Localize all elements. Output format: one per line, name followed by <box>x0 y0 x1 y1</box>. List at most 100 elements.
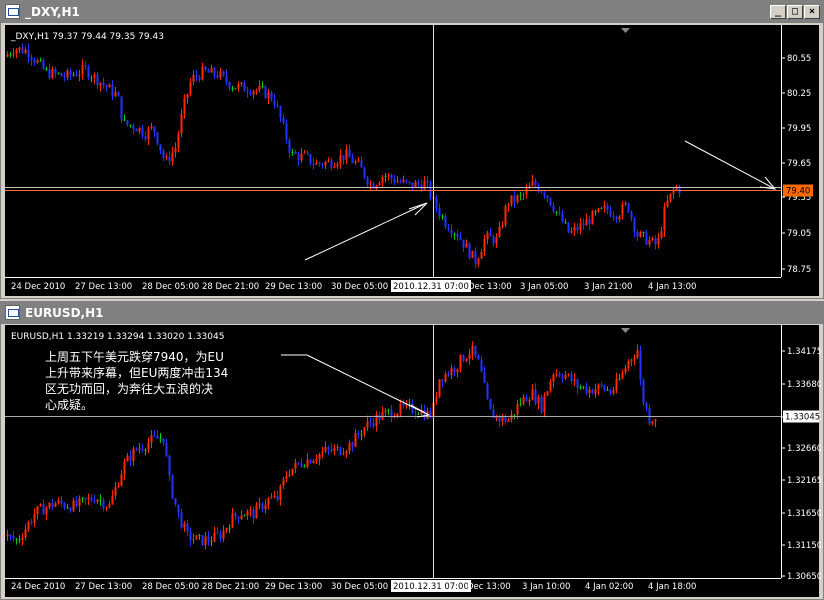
candle-body <box>195 535 198 540</box>
candle-body <box>579 387 582 389</box>
price-tick-label: 1.33680 <box>787 380 821 390</box>
candle-body <box>75 500 78 507</box>
candle-body <box>351 157 354 163</box>
candle-body <box>108 504 111 508</box>
price-chart-dxy[interactable]: _DXY,H1 79.37 79.44 79.35 79.43 80.55 80.… <box>5 25 819 296</box>
candle-body <box>348 442 351 451</box>
candle-body <box>174 498 177 505</box>
candle-body <box>45 68 48 70</box>
candle-body <box>390 174 393 179</box>
candle-body <box>396 181 399 183</box>
candle-body <box>585 386 588 394</box>
candle-body <box>597 384 600 390</box>
candle-body <box>294 462 297 469</box>
candle-body <box>222 71 225 75</box>
candle-body <box>339 155 342 164</box>
candle-body <box>114 92 117 96</box>
candle-body <box>285 476 288 480</box>
price-scale: 80.5580.2579.9579.6579.3579.0578.75 <box>781 54 811 275</box>
candle-body <box>471 345 474 355</box>
candle-body <box>438 379 441 397</box>
candle-body <box>420 184 423 190</box>
candle-body <box>126 455 129 462</box>
candle-body <box>360 160 363 168</box>
window-titlebar[interactable]: EURUSD,H1 <box>1 302 823 324</box>
candle-body <box>546 391 549 396</box>
candle-body <box>282 117 285 123</box>
candle-body <box>144 136 147 140</box>
candle-body <box>246 91 249 93</box>
candle-body <box>51 502 54 508</box>
candle-body <box>630 212 633 218</box>
candle-body <box>90 77 93 79</box>
candle-body <box>243 82 246 92</box>
candle-body <box>267 92 270 99</box>
candle-body <box>111 84 114 96</box>
candle-body <box>210 67 213 73</box>
candle-body <box>261 85 264 87</box>
candle-body <box>63 503 66 508</box>
candle-body <box>642 232 645 234</box>
candle-body <box>342 155 345 160</box>
price-tick-label: 1.30650 <box>787 572 821 582</box>
candle-body <box>321 451 324 454</box>
candle-body <box>270 497 273 499</box>
candle-body <box>54 69 57 74</box>
candle-body <box>594 211 597 213</box>
trendline-arrow[interactable] <box>306 354 430 416</box>
candle-body <box>189 531 192 541</box>
candle-body <box>291 468 294 475</box>
trendline-arrow[interactable] <box>684 140 776 190</box>
candle-body <box>156 132 159 145</box>
candle-body <box>15 539 18 541</box>
candle-body <box>369 421 372 423</box>
candle-body <box>552 205 555 212</box>
candle-body <box>408 403 411 405</box>
candle-body <box>231 88 234 90</box>
time-tick-label: 28 Dec 21:00 <box>202 582 259 592</box>
minimize-button[interactable]: _ <box>770 5 786 19</box>
candle-body <box>612 390 615 394</box>
trendline-arrow[interactable] <box>304 202 428 261</box>
candle-body <box>588 219 591 225</box>
candle-body <box>381 176 384 184</box>
window-titlebar[interactable]: _DXY,H1 _ □ × <box>1 1 823 23</box>
candle-body <box>213 67 216 76</box>
candle-body <box>612 215 615 217</box>
candle-body <box>78 498 81 507</box>
maximize-button[interactable]: □ <box>787 5 803 19</box>
candle-body <box>138 448 141 450</box>
candle-body <box>297 154 300 161</box>
candle-body <box>387 174 390 177</box>
candle-body <box>573 227 576 231</box>
candle-body <box>39 504 42 507</box>
candle-body <box>534 389 537 404</box>
candle-body <box>627 360 630 369</box>
candle-body <box>576 227 579 231</box>
candle-body <box>288 140 291 153</box>
candle-body <box>615 216 618 220</box>
close-button[interactable]: × <box>804 5 820 19</box>
candle-body <box>624 203 627 205</box>
candle-body <box>552 374 555 382</box>
candle-body <box>144 449 147 451</box>
candle-body <box>627 203 630 213</box>
candle-body <box>249 92 252 95</box>
candle-body <box>84 65 87 67</box>
candle-body <box>462 354 465 362</box>
candle-body <box>444 373 447 382</box>
candle-body <box>423 180 426 190</box>
candle-body <box>501 224 504 227</box>
time-tick-label: 28 Dec 05:00 <box>142 582 199 592</box>
price-chart-eurusd[interactable]: EURUSD,H1 1.33219 1.33294 1.33020 1.3304… <box>5 325 821 597</box>
price-tick-label: 80.55 <box>787 54 811 64</box>
candle-body <box>516 404 519 415</box>
annotation-line: 上周五下午美元跌穿7940，为EU <box>45 349 224 364</box>
candle-body <box>66 507 69 509</box>
candle-body <box>174 148 177 153</box>
candle-body <box>147 442 150 450</box>
candle-body <box>129 124 132 126</box>
candle-body <box>540 191 543 193</box>
candle-body <box>123 461 126 475</box>
candle-body <box>429 411 432 417</box>
